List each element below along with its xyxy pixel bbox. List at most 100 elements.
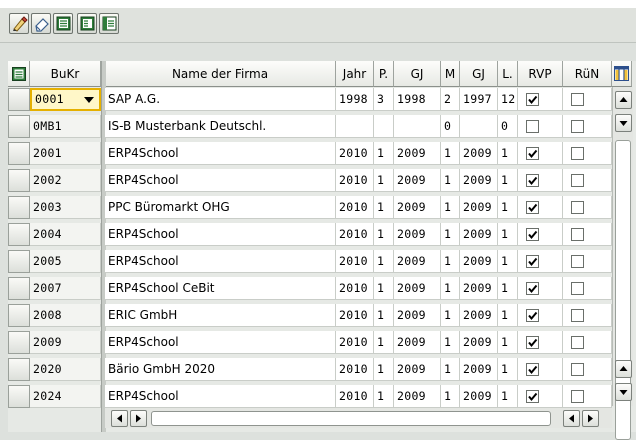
run-checkbox[interactable]	[571, 120, 584, 133]
cell-jahr[interactable]: 2010	[336, 331, 374, 354]
cell-l[interactable]: 1	[498, 223, 518, 246]
rvp-checkbox[interactable]	[526, 228, 539, 241]
cell-jahr[interactable]: 1998	[336, 88, 374, 111]
select-block-button[interactable]	[99, 13, 119, 34]
cell-m[interactable]: 1	[441, 385, 460, 408]
cell-l[interactable]: 1	[498, 142, 518, 165]
cell-p[interactable]: 1	[374, 304, 394, 327]
cell-gj1[interactable]: 2009	[394, 277, 441, 300]
cell-gj2[interactable]: 2009	[460, 331, 498, 354]
cell-gj1[interactable]: 2009	[394, 331, 441, 354]
column-header-rvp[interactable]: RVP	[518, 61, 563, 87]
deselect-all-button[interactable]	[77, 13, 97, 34]
cell-m[interactable]: 1	[441, 196, 460, 219]
cell-bukr[interactable]: 2007	[30, 277, 101, 300]
run-checkbox[interactable]	[571, 255, 584, 268]
cell-p[interactable]: 1	[374, 250, 394, 273]
cell-p[interactable]: 1	[374, 196, 394, 219]
column-header-name[interactable]: Name der Firma	[105, 61, 336, 87]
cell-name[interactable]: ERP4School CeBit	[105, 277, 336, 300]
cell-gj2[interactable]: 2009	[460, 250, 498, 273]
cell-m[interactable]: 1	[441, 304, 460, 327]
row-selector[interactable]	[8, 250, 30, 273]
cell-m[interactable]: 1	[441, 331, 460, 354]
row-selector[interactable]	[8, 142, 30, 165]
run-checkbox[interactable]	[571, 309, 584, 322]
row-selector[interactable]	[8, 115, 30, 138]
rvp-checkbox[interactable]	[526, 93, 539, 106]
column-header-p[interactable]: P.	[374, 61, 394, 87]
cell-name[interactable]: ERIC GmbH	[105, 304, 336, 327]
rvp-checkbox[interactable]	[526, 255, 539, 268]
run-checkbox[interactable]	[571, 201, 584, 214]
column-header-gj1[interactable]: GJ	[394, 61, 441, 87]
display-mode-button[interactable]	[31, 13, 51, 34]
cell-gj1[interactable]: 2009	[394, 223, 441, 246]
cell-bukr[interactable]: 2020	[30, 358, 101, 381]
cell-gj2[interactable]: 2009	[460, 169, 498, 192]
cell-bukr[interactable]: 2002	[30, 169, 101, 192]
cell-jahr[interactable]: 2010	[336, 304, 374, 327]
cell-l[interactable]: 1	[498, 385, 518, 408]
cell-bukr[interactable]: 2003	[30, 196, 101, 219]
rvp-checkbox[interactable]	[526, 336, 539, 349]
page-down-button[interactable]	[615, 114, 632, 132]
cell-gj1[interactable]: 2009	[394, 169, 441, 192]
cell-p[interactable]: 1	[374, 331, 394, 354]
rvp-checkbox[interactable]	[526, 363, 539, 376]
cell-gj1[interactable]: 2009	[394, 385, 441, 408]
scroll-left-end-button[interactable]	[563, 410, 580, 427]
run-checkbox[interactable]	[571, 93, 584, 106]
cell-jahr[interactable]: 2010	[336, 358, 374, 381]
scroll-up-button[interactable]	[615, 91, 632, 109]
cell-l[interactable]: 1	[498, 304, 518, 327]
cell-gj1[interactable]: 2009	[394, 250, 441, 273]
select-all-button[interactable]	[53, 13, 73, 34]
rvp-checkbox[interactable]	[526, 201, 539, 214]
cell-jahr[interactable]: 2010	[336, 385, 374, 408]
horizontal-scroll-thumb[interactable]	[151, 411, 551, 426]
scroll-right-button[interactable]	[130, 410, 147, 427]
row-selector[interactable]	[8, 277, 30, 300]
row-selector[interactable]	[8, 88, 30, 111]
bukr-input-focused[interactable]: 0001	[30, 88, 101, 111]
cell-name[interactable]: IS-B Musterbank Deutschl.	[105, 115, 336, 138]
row-selector[interactable]	[8, 358, 30, 381]
cell-gj2[interactable]: 2009	[460, 277, 498, 300]
cell-jahr[interactable]: 2010	[336, 250, 374, 273]
column-header-m[interactable]: M	[441, 61, 460, 87]
cell-name[interactable]: ERP4School	[105, 169, 336, 192]
column-header-run[interactable]: RüN	[563, 61, 612, 87]
vertical-scrollbar[interactable]	[612, 87, 633, 440]
cell-gj1[interactable]: 2009	[394, 304, 441, 327]
cell-l[interactable]: 1	[498, 277, 518, 300]
rvp-checkbox[interactable]	[526, 390, 539, 403]
cell-m[interactable]: 1	[441, 142, 460, 165]
cell-jahr[interactable]	[336, 115, 374, 138]
cell-gj2[interactable]: 2009	[460, 223, 498, 246]
cell-gj2[interactable]: 2009	[460, 196, 498, 219]
cell-l[interactable]: 1	[498, 196, 518, 219]
cell-bukr[interactable]: 2024	[30, 385, 101, 408]
row-selector[interactable]	[8, 196, 30, 219]
value-help-dropdown-button[interactable]	[81, 92, 97, 107]
cell-gj1[interactable]: 2009	[394, 196, 441, 219]
cell-p[interactable]: 1	[374, 385, 394, 408]
cell-p[interactable]: 1	[374, 142, 394, 165]
table-settings-button[interactable]	[612, 61, 632, 87]
cell-m[interactable]: 0	[441, 115, 460, 138]
rvp-checkbox[interactable]	[526, 120, 539, 133]
cell-p[interactable]: 1	[374, 169, 394, 192]
run-checkbox[interactable]	[571, 282, 584, 295]
cell-p[interactable]: 1	[374, 223, 394, 246]
rvp-checkbox[interactable]	[526, 147, 539, 160]
cell-name[interactable]: Bärio GmbH 2020	[105, 358, 336, 381]
cell-gj2[interactable]: 2009	[460, 358, 498, 381]
cell-l[interactable]: 1	[498, 358, 518, 381]
cell-bukr[interactable]: 2004	[30, 223, 101, 246]
cell-bukr[interactable]: 2008	[30, 304, 101, 327]
cell-name[interactable]: ERP4School	[105, 331, 336, 354]
cell-jahr[interactable]: 2010	[336, 223, 374, 246]
cell-m[interactable]: 1	[441, 277, 460, 300]
horizontal-scrollbar[interactable]	[105, 408, 612, 428]
